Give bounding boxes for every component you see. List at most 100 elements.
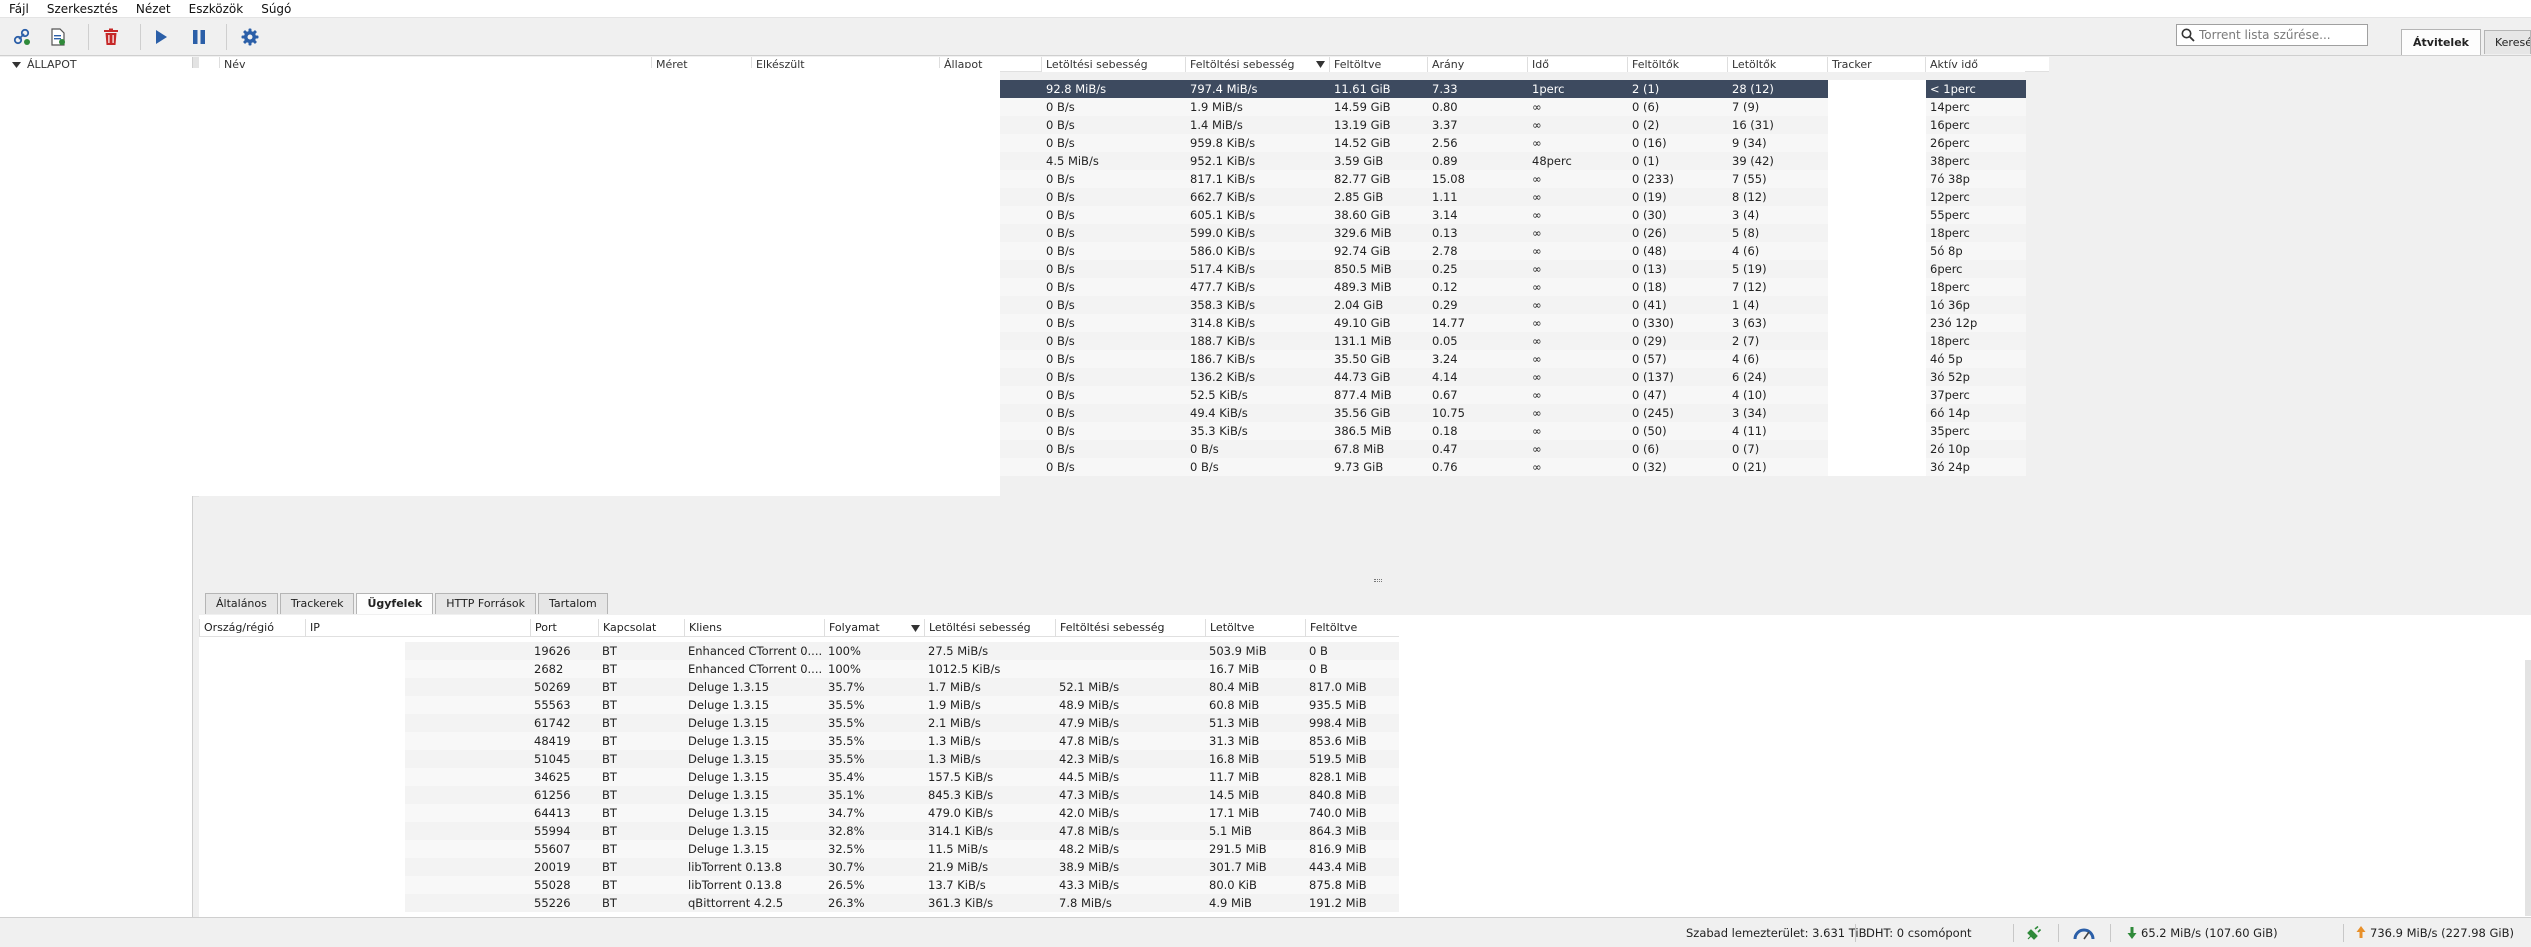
peer-row[interactable]: 50269 BT Deluge 1.3.15 35.7% 1.7 MiB/s 52.1 M…: [199, 678, 1399, 696]
col-seeds[interactable]: Feltöltők: [1627, 57, 1727, 72]
tab-content[interactable]: Tartalom: [537, 593, 608, 614]
splitter-handle[interactable]: [1374, 579, 1382, 582]
speedometer-icon[interactable]: [2073, 926, 2095, 940]
peer-row[interactable]: 55226 BT qBittorrent 4.2.5 26.3% 361.3 KiB/s…: [199, 894, 1399, 912]
torrent-row[interactable]: 92.8 MiB/s 797.4 MiB/s 11.61 GiB 7.33 1perc 2…: [1000, 80, 2026, 98]
peer-row[interactable]: 48419 BT Deluge 1.3.15 35.5% 1.3 MiB/s 47.8 M…: [199, 732, 1399, 750]
peer-row[interactable]: 55607 BT Deluge 1.3.15 32.5% 11.5 MiB/s 48.2 …: [199, 840, 1399, 858]
add-torrent-file-button[interactable]: [45, 24, 71, 50]
peer-row[interactable]: 61742 BT Deluge 1.3.15 35.5% 2.1 MiB/s 47.9 M…: [199, 714, 1399, 732]
torrent-row[interactable]: 0 B/s 358.3 KiB/s 2.04 GiB 0.29 ∞ 0 (41) 1 (4)…: [1000, 296, 2026, 314]
menu-file[interactable]: Fájl: [0, 0, 38, 18]
resume-button[interactable]: [148, 24, 174, 50]
pause-button[interactable]: [186, 24, 212, 50]
col-tracker[interactable]: Tracker: [1827, 57, 1925, 72]
menu-view[interactable]: Nézet: [127, 0, 180, 18]
torrent-row[interactable]: 0 B/s 959.8 KiB/s 14.52 GiB 2.56 ∞ 0 (16) 9 (3…: [1000, 134, 2026, 152]
torrent-cell-uploaded: 329.6 MiB: [1334, 226, 1392, 240]
peer-row[interactable]: 2682 BT Enhanced CTorrent 0.... 100% 1012.5 …: [199, 660, 1399, 678]
torrent-row[interactable]: 0 B/s 1.9 MiB/s 14.59 GiB 0.80 ∞ 0 (6) 7 (9) 14…: [1000, 98, 2026, 116]
torrent-row[interactable]: 0 B/s 136.2 KiB/s 44.73 GiB 4.14 ∞ 0 (137) 6 (…: [1000, 368, 2026, 386]
peer-list-scrollbar[interactable]: [2525, 660, 2531, 916]
col-ratio[interactable]: Arány: [1427, 57, 1527, 72]
torrent-cell-active: 18perc: [1930, 280, 1970, 294]
torrent-row[interactable]: 0 B/s 477.7 KiB/s 489.3 MiB 0.12 ∞ 0 (18) 7 (1…: [1000, 278, 2026, 296]
torrent-row[interactable]: 0 B/s 52.5 KiB/s 877.4 MiB 0.67 ∞ 0 (47) 4 (10…: [1000, 386, 2026, 404]
col-peer-downloaded[interactable]: Letöltve: [1205, 619, 1305, 637]
tab-search[interactable]: Keresés: [2484, 30, 2531, 54]
peer-row[interactable]: 51045 BT Deluge 1.3.15 35.5% 1.3 MiB/s 42.3 M…: [199, 750, 1399, 768]
col-port[interactable]: Port: [530, 619, 598, 637]
col-peer-ul-speed[interactable]: Feltöltési sebesség: [1055, 619, 1205, 637]
torrent-row[interactable]: 0 B/s 0 B/s 9.73 GiB 0.76 ∞ 0 (32) 0 (21) 3ó 24…: [1000, 458, 2026, 476]
torrent-cell-dl: 0 B/s: [1046, 334, 1075, 348]
peer-cell-downloaded: 11.7 MiB: [1209, 770, 1260, 784]
peer-cell-dl: 157.5 KiB/s: [928, 770, 994, 784]
torrent-cell-peers: 8 (12): [1732, 190, 1767, 204]
torrent-row[interactable]: 0 B/s 662.7 KiB/s 2.85 GiB 1.11 ∞ 0 (19) 8 (12…: [1000, 188, 2026, 206]
col-uploaded[interactable]: Feltöltve: [1329, 57, 1427, 72]
torrent-cell-peers: 5 (19): [1732, 262, 1767, 276]
torrent-filter-search[interactable]: [2176, 24, 2368, 46]
peer-row[interactable]: 34625 BT Deluge 1.3.15 35.4% 157.5 KiB/s 44.5…: [199, 768, 1399, 786]
menu-tools[interactable]: Eszközök: [180, 0, 253, 18]
torrent-row[interactable]: 0 B/s 0 B/s 67.8 MiB 0.47 ∞ 0 (6) 0 (7) 2ó 10p: [1000, 440, 2026, 458]
delete-button[interactable]: [98, 24, 124, 50]
col-ul-speed[interactable]: Feltöltési sebesség: [1185, 57, 1329, 72]
col-country[interactable]: Ország/régió: [199, 619, 305, 637]
col-active-time[interactable]: Aktív idő: [1925, 57, 2025, 72]
tab-peers[interactable]: Ügyfelek: [356, 593, 434, 614]
torrent-row[interactable]: 0 B/s 35.3 KiB/s 386.5 MiB 0.18 ∞ 0 (50) 4 (11…: [1000, 422, 2026, 440]
torrent-cell-ratio: 3.24: [1432, 352, 1458, 366]
torrent-row[interactable]: 0 B/s 314.8 KiB/s 49.10 GiB 14.77 ∞ 0 (330) 3 …: [1000, 314, 2026, 332]
col-dl-speed[interactable]: Letöltési sebesség: [1041, 57, 1185, 72]
add-link-button[interactable]: [9, 24, 35, 50]
col-peer-dl-speed[interactable]: Letöltési sebesség: [924, 619, 1055, 637]
tracker-cell: [1828, 296, 1926, 314]
peer-cell-dl: 2.1 MiB/s: [928, 716, 981, 730]
torrent-row[interactable]: 0 B/s 188.7 KiB/s 131.1 MiB 0.05 ∞ 0 (29) 2 (7…: [1000, 332, 2026, 350]
col-eta[interactable]: Idő: [1527, 57, 1627, 72]
torrent-row[interactable]: 0 B/s 517.4 KiB/s 850.5 MiB 0.25 ∞ 0 (13) 5 (1…: [1000, 260, 2026, 278]
peer-row[interactable]: 19626 BT Enhanced CTorrent 0.... 100% 27.5 M…: [199, 642, 1399, 660]
peer-cell-downloaded: 51.3 MiB: [1209, 716, 1260, 730]
tab-general[interactable]: Általános: [205, 593, 278, 614]
torrent-row[interactable]: 0 B/s 817.1 KiB/s 82.77 GiB 15.08 ∞ 0 (233) 7 …: [1000, 170, 2026, 188]
col-peers[interactable]: Letöltők: [1727, 57, 1827, 72]
peer-cell-ul: 47.8 MiB/s: [1059, 734, 1120, 748]
col-connection[interactable]: Kapcsolat: [598, 619, 684, 637]
torrent-row[interactable]: 4.5 MiB/s 952.1 KiB/s 3.59 GiB 0.89 48perc 0 …: [1000, 152, 2026, 170]
torrent-cell-eta: ∞: [1532, 298, 1542, 312]
peer-row[interactable]: 55994 BT Deluge 1.3.15 32.8% 314.1 KiB/s 47.8…: [199, 822, 1399, 840]
torrent-cell-eta: ∞: [1532, 136, 1542, 150]
torrent-row[interactable]: 0 B/s 49.4 KiB/s 35.56 GiB 10.75 ∞ 0 (245) 3 (…: [1000, 404, 2026, 422]
tab-trackers[interactable]: Trackerek: [279, 593, 355, 614]
torrent-row[interactable]: 0 B/s 599.0 KiB/s 329.6 MiB 0.13 ∞ 0 (26) 5 (8…: [1000, 224, 2026, 242]
search-input[interactable]: [2199, 26, 2359, 44]
torrent-row[interactable]: 0 B/s 605.1 KiB/s 38.60 GiB 3.14 ∞ 0 (30) 3 (4…: [1000, 206, 2026, 224]
menu-help[interactable]: Súgó: [252, 0, 300, 18]
peer-row[interactable]: 55028 BT libTorrent 0.13.8 26.5% 13.7 KiB/s 4…: [199, 876, 1399, 894]
torrent-row[interactable]: 0 B/s 186.7 KiB/s 35.50 GiB 3.24 ∞ 0 (57) 4 (6…: [1000, 350, 2026, 368]
tab-http-sources[interactable]: HTTP Források: [435, 593, 536, 614]
menu-edit[interactable]: Szerkesztés: [38, 0, 127, 18]
peer-cell-port: 55563: [534, 698, 571, 712]
tab-transfers[interactable]: Átvitelek: [2401, 29, 2481, 55]
torrent-cell-ratio: 0.76: [1432, 460, 1458, 474]
torrent-cell-active: 3ó 24p: [1930, 460, 1970, 474]
peer-row[interactable]: 61256 BT Deluge 1.3.15 35.1% 845.3 KiB/s 47.3…: [199, 786, 1399, 804]
torrent-row[interactable]: 0 B/s 586.0 KiB/s 92.74 GiB 2.78 ∞ 0 (48) 4 (6…: [1000, 242, 2026, 260]
toolbar-divider: [88, 24, 89, 50]
torrent-cell-ul: 0 B/s: [1190, 460, 1219, 474]
peer-row[interactable]: 20019 BT libTorrent 0.13.8 30.7% 21.9 MiB/s 3…: [199, 858, 1399, 876]
torrent-row[interactable]: 0 B/s 1.4 MiB/s 13.19 GiB 3.37 ∞ 0 (2) 16 (31)…: [1000, 116, 2026, 134]
col-progress-peer[interactable]: Folyamat: [824, 619, 924, 637]
torrent-cell-uploaded: 2.85 GiB: [1334, 190, 1384, 204]
plug-icon[interactable]: [2025, 926, 2041, 940]
col-client[interactable]: Kliens: [684, 619, 824, 637]
options-button[interactable]: [237, 24, 263, 50]
col-ip[interactable]: IP: [305, 619, 530, 637]
peer-row[interactable]: 55563 BT Deluge 1.3.15 35.5% 1.9 MiB/s 48.9 M…: [199, 696, 1399, 714]
peer-row[interactable]: 64413 BT Deluge 1.3.15 34.7% 479.0 KiB/s 42.0…: [199, 804, 1399, 822]
col-peer-uploaded[interactable]: Feltöltve: [1305, 619, 1399, 637]
